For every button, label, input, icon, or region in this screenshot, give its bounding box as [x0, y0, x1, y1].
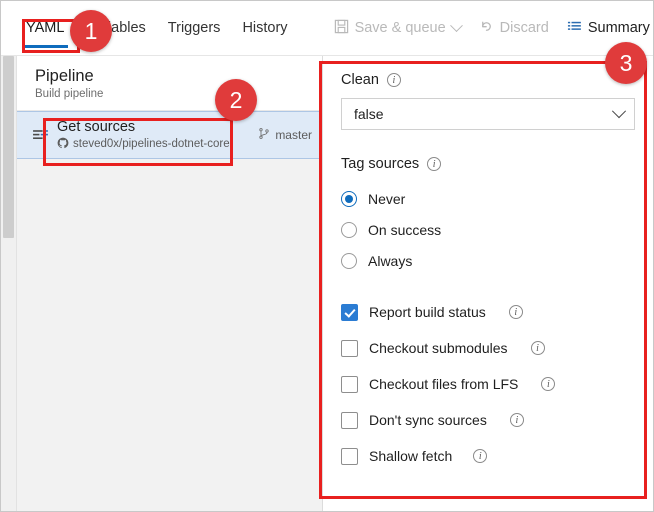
checkbox-label: Shallow fetch [369, 448, 452, 464]
chevron-down-icon[interactable] [450, 19, 463, 32]
tag-sources-radio-group: Never On success Always [341, 183, 635, 276]
checkbox-indicator [341, 412, 358, 429]
task-title: Get sources [57, 119, 250, 136]
radio-option-on-success[interactable]: On success [341, 214, 635, 245]
clean-field-label: Clean i [341, 72, 635, 88]
toolbar: Save & queue Discard [325, 1, 654, 55]
summary-button[interactable]: Summary [558, 1, 654, 55]
pipeline-title: Pipeline [35, 66, 322, 86]
spacer [341, 130, 635, 156]
tab-triggers[interactable]: Triggers [157, 1, 232, 55]
radio-label: Never [368, 191, 405, 207]
chevron-down-icon [612, 104, 626, 118]
task-text-block: Get sources steved0x/pipelines-dotnet-co… [57, 119, 250, 152]
checkbox-indicator [341, 376, 358, 393]
save-and-queue-button[interactable]: Save & queue [325, 1, 470, 55]
radio-label: On success [368, 222, 441, 238]
task-repo-row: steved0x/pipelines-dotnet-core [57, 137, 250, 152]
branch-icon [258, 127, 270, 143]
checkbox-row-dont-sync-sources[interactable]: Don't sync sources i [341, 402, 635, 438]
info-icon[interactable]: i [509, 305, 523, 319]
radio-option-always[interactable]: Always [341, 245, 635, 276]
sidebar-scrollbar[interactable] [1, 56, 17, 511]
info-icon[interactable]: i [541, 377, 555, 391]
tab-strip: YAML Variables Triggers History [15, 1, 299, 55]
checkbox-row-checkout-submodules[interactable]: Checkout submodules i [341, 330, 635, 366]
sidebar-empty-space [17, 159, 322, 511]
save-disk-icon [334, 19, 349, 38]
discard-label: Discard [500, 20, 549, 36]
task-get-sources[interactable]: Get sources steved0x/pipelines-dotnet-co… [17, 111, 322, 159]
tab-yaml[interactable]: YAML [15, 1, 75, 55]
content-area: Pipeline Build pipeline [1, 56, 653, 511]
radio-indicator [341, 222, 357, 238]
tab-yaml-label: YAML [26, 20, 64, 36]
clean-dropdown[interactable]: false [341, 98, 635, 130]
tag-sources-label-text: Tag sources [341, 156, 419, 172]
tab-triggers-label: Triggers [168, 20, 221, 36]
radio-option-never[interactable]: Never [341, 183, 635, 214]
checkbox-indicator [341, 304, 358, 321]
github-icon [57, 137, 69, 152]
tab-history[interactable]: History [231, 1, 298, 55]
task-properties-panel: Clean i false Tag sources i Never On s [323, 56, 653, 511]
info-icon[interactable]: i [387, 73, 401, 87]
radio-label: Always [368, 253, 412, 269]
scrollbar-thumb[interactable] [3, 56, 14, 238]
info-icon[interactable]: i [427, 157, 441, 171]
tab-variables[interactable]: Variables [75, 1, 156, 55]
clean-label-text: Clean [341, 72, 379, 88]
save-and-queue-label: Save & queue [355, 20, 446, 36]
info-icon[interactable]: i [510, 413, 524, 427]
tag-sources-field-label: Tag sources i [341, 156, 635, 172]
checkbox-label: Report build status [369, 304, 486, 320]
undo-arrow-icon [479, 19, 494, 38]
list-lines-icon [567, 19, 582, 38]
clean-dropdown-value: false [354, 106, 614, 122]
checkbox-label: Checkout submodules [369, 340, 508, 356]
pipeline-subtitle: Build pipeline [35, 88, 322, 100]
checkbox-indicator [341, 448, 358, 465]
task-branch-name: master [275, 128, 312, 142]
info-icon[interactable]: i [531, 341, 545, 355]
info-icon[interactable]: i [473, 449, 487, 463]
discard-button[interactable]: Discard [470, 1, 558, 55]
options-checkbox-list: Report build status i Checkout submodule… [341, 294, 635, 474]
checkbox-row-shallow-fetch[interactable]: Shallow fetch i [341, 438, 635, 474]
checkbox-label: Don't sync sources [369, 412, 487, 428]
radio-indicator [341, 253, 357, 269]
checkbox-row-report-build-status[interactable]: Report build status i [341, 294, 635, 330]
task-branch-block: master [250, 127, 312, 143]
pipeline-sidebar: Pipeline Build pipeline [17, 56, 323, 511]
checkbox-row-checkout-files-from-lfs[interactable]: Checkout files from LFS i [341, 366, 635, 402]
tab-variables-label: Variables [86, 20, 145, 36]
radio-indicator [341, 191, 357, 207]
pipeline-editor-window: YAML Variables Triggers History [0, 0, 654, 512]
task-lines-icon [29, 127, 51, 144]
checkbox-indicator [341, 340, 358, 357]
header-bar: YAML Variables Triggers History [1, 1, 653, 56]
checkbox-label: Checkout files from LFS [369, 376, 518, 392]
tab-history-label: History [242, 20, 287, 36]
task-repo-name: steved0x/pipelines-dotnet-core [73, 138, 230, 150]
summary-label: Summary [588, 20, 650, 36]
pipeline-header[interactable]: Pipeline Build pipeline [17, 56, 322, 111]
